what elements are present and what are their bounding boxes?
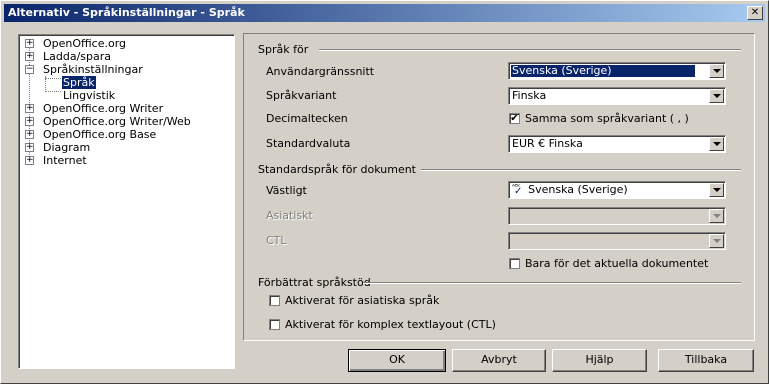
chevron-down-icon[interactable] (709, 234, 724, 248)
chevron-down-icon[interactable] (709, 209, 724, 223)
ctl-label: CTL (266, 234, 287, 247)
decimal-separator-check-label: Samma som språkvariant ( , ) (525, 112, 689, 125)
tree-line (45, 91, 61, 92)
asian-support-label: Aktiverat för asiatiska språk (285, 294, 440, 307)
expand-icon[interactable]: + (25, 156, 34, 165)
ui-language-value: Svenska (Sverige) (511, 65, 695, 77)
asian-language-dropdown[interactable] (508, 207, 726, 225)
asian-label: Asiatiskt (266, 209, 313, 222)
tree-item-label: OpenOffice.org (43, 37, 127, 50)
title-bar: Alternativ - Språkinställningar - Språk … (4, 4, 765, 22)
ctl-support-checkbox[interactable] (269, 319, 280, 330)
chevron-down-icon[interactable] (709, 89, 724, 103)
tree-item-label: OpenOffice.org Writer/Web (43, 115, 191, 128)
expand-icon[interactable]: + (25, 39, 34, 48)
help-button[interactable]: Hjälp (552, 349, 647, 372)
western-language-text: ᴬᴮᶜ ✓ Svenska (Sverige) (511, 183, 629, 197)
tree-item-label: OpenOffice.org Base (43, 128, 157, 141)
chevron-down-icon[interactable] (709, 64, 724, 78)
western-language-dropdown[interactable]: ᴬᴮᶜ ✓ Svenska (Sverige) (508, 181, 726, 199)
decimal-separator-label: Decimaltecken (266, 112, 348, 125)
section-title-enhanced-support: Förbättrat språkstöd (258, 276, 371, 289)
tree-item-label: Ladda/spara (43, 50, 111, 63)
expand-icon[interactable]: + (25, 104, 34, 113)
tree-item-label: Språkinställningar (43, 63, 143, 76)
tree-item-label: Diagram (43, 141, 91, 154)
section-title-language-of: Språk för (258, 43, 309, 56)
default-currency-dropdown[interactable]: EUR € Finska (508, 135, 726, 153)
ok-button[interactable]: OK (348, 349, 446, 372)
locale-setting-value: Finska (512, 89, 547, 102)
section-title-default-languages: Standardspråk för dokument (258, 163, 416, 176)
ctl-language-dropdown[interactable] (508, 232, 726, 250)
default-currency-value: EUR € Finska (512, 137, 583, 150)
western-language-value: Svenska (Sverige) (528, 183, 628, 196)
expand-icon[interactable]: + (25, 117, 34, 126)
current-document-only-checkbox[interactable] (509, 258, 520, 269)
locale-setting-label: Språkvariant (266, 89, 337, 102)
section-separator (421, 169, 741, 171)
section-separator (363, 282, 741, 284)
tree-item-label: Lingvistik (63, 89, 116, 102)
chevron-down-icon[interactable] (709, 137, 724, 151)
reset-button[interactable]: Tillbaka (658, 349, 754, 372)
tree-item-label: Internet (43, 154, 87, 167)
chevron-down-icon[interactable] (709, 183, 724, 197)
western-label: Västligt (266, 184, 307, 197)
section-separator (319, 49, 741, 51)
ui-language-label: Användargränssnitt (266, 65, 375, 78)
ui-language-dropdown[interactable]: Svenska (Sverige) (508, 62, 726, 80)
locale-setting-dropdown[interactable]: Finska (508, 87, 726, 105)
expand-icon[interactable]: + (25, 130, 34, 139)
current-document-only-label: Bara för det aktuella dokumentet (525, 257, 709, 270)
expand-icon[interactable]: + (25, 143, 34, 152)
tree-item-label: OpenOffice.org Writer (43, 102, 164, 115)
close-icon[interactable]: ✕ (747, 6, 763, 20)
collapse-icon[interactable]: − (25, 65, 34, 74)
options-tree: + OpenOffice.org + Ladda/spara − Språkin… (18, 34, 235, 369)
expand-icon[interactable]: + (25, 52, 34, 61)
default-currency-label: Standardvaluta (266, 137, 351, 150)
cancel-button[interactable]: Avbryt (452, 349, 546, 372)
spellcheck-icon: ᴬᴮᶜ ✓ (512, 183, 523, 197)
tree-line (45, 78, 61, 79)
tree-item-label: Språk (62, 76, 96, 89)
ctl-support-label: Aktiverat för komplex textlayout (CTL) (285, 318, 496, 331)
window-title: Alternativ - Språkinställningar - Språk (8, 6, 245, 19)
asian-support-checkbox[interactable] (269, 295, 280, 306)
options-dialog: Alternativ - Språkinställningar - Språk … (0, 0, 769, 384)
decimal-separator-checkbox[interactable]: ✔ (509, 113, 520, 124)
